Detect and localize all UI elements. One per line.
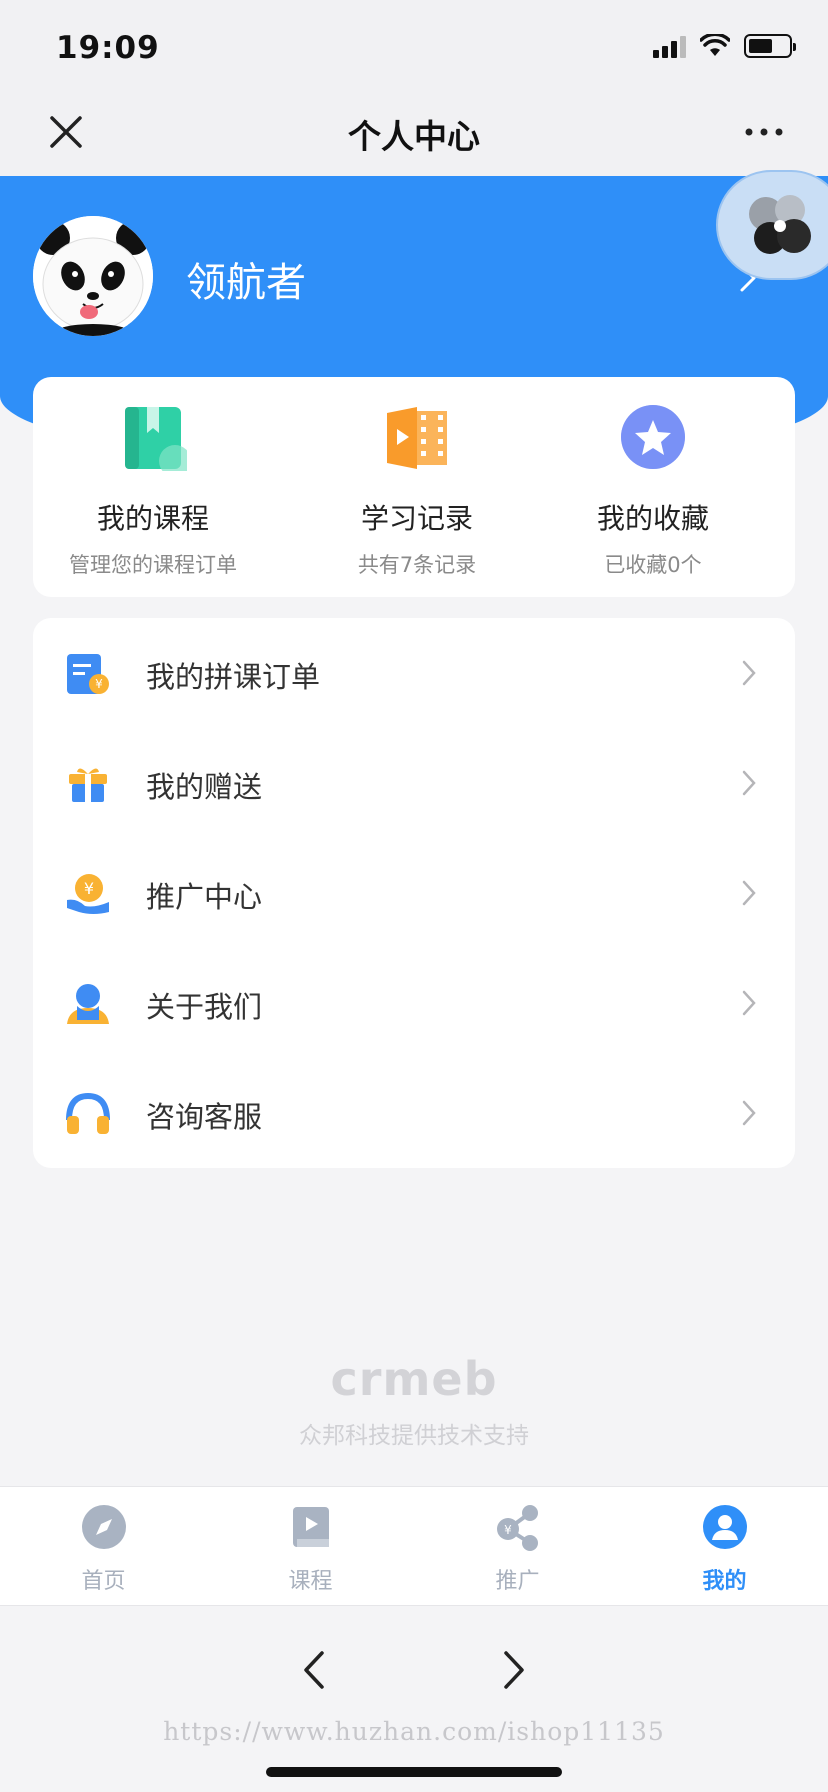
video-record-icon [387,407,447,469]
group-order-icon: ¥ [67,654,109,694]
tab-label: 我的 [702,1569,747,1594]
menu-item-my-gifts[interactable]: 我的赠送 [33,728,795,838]
svg-text:¥: ¥ [84,879,94,898]
quick-action-title: 我的收藏 [596,502,709,535]
quick-action-subtitle: 共有7条记录 [357,553,477,577]
quick-action-favorites[interactable]: 我的收藏 已收藏0个 [533,403,773,579]
quick-action-my-courses[interactable]: 我的课程 管理您的课程订单 [33,403,273,579]
quick-action-subtitle: 已收藏0个 [604,553,702,577]
tech-support-text: 众邦科技提供技术支持 [299,1423,529,1449]
avatar[interactable] [33,216,153,336]
status-icons [653,34,796,58]
svg-text:¥: ¥ [504,1523,512,1537]
chevron-right-icon [742,1100,756,1126]
share-icon: ¥ [496,1505,538,1551]
quick-action-study-records[interactable]: 学习记录 共有7条记录 [297,403,537,579]
status-time: 19:09 [56,30,160,66]
tab-courses[interactable]: 课程 [207,1503,414,1595]
menu-item-customer-service[interactable]: 咨询客服 [33,1058,795,1168]
quick-action-title: 我的课程 [96,502,209,535]
brand-logo: crmeb [330,1352,498,1406]
menu-item-group-orders[interactable]: ¥ 我的拼课订单 [33,618,795,728]
more-options-icon[interactable] [742,118,786,146]
star-collect-icon [621,405,685,469]
tab-promotion[interactable]: ¥ 推广 [414,1503,621,1595]
back-arrow-icon[interactable] [296,1645,330,1695]
tab-label: 首页 [81,1569,126,1594]
gift-icon [69,768,107,802]
menu-item-promotion-center[interactable]: ¥ 推广中心 [33,838,795,948]
quick-actions-card: 我的课程 管理您的课程订单 学习记录 共有7条记录 我的收藏 已收藏0个 [33,377,795,597]
forward-arrow-icon[interactable] [498,1645,532,1695]
nav-bar: 个人中心 [0,92,828,176]
svg-text:¥: ¥ [95,677,103,691]
menu-item-label: 咨询客服 [146,1100,263,1134]
promotion-coin-icon: ¥ [67,874,109,914]
cellular-signal-icon [653,34,686,58]
tab-home[interactable]: 首页 [0,1503,207,1595]
home-indicator[interactable] [266,1767,562,1777]
compass-icon [81,1505,126,1549]
page-title: 个人中心 [348,117,480,156]
panda-avatar-icon [33,216,153,336]
tab-mine[interactable]: 我的 [621,1503,828,1595]
menu-item-label: 关于我们 [146,990,263,1024]
bottom-tab-bar: 首页 课程 ¥ 推广 我的 [0,1486,828,1606]
watermark-url: https://www.huzhan.com/ishop11135 [163,1717,665,1746]
user-name[interactable]: 领航者 [186,250,306,308]
battery-icon [744,34,796,58]
quick-action-title: 学习记录 [360,502,473,535]
chevron-right-icon [742,990,756,1016]
chevron-right-icon [742,770,756,796]
menu-item-label: 我的赠送 [146,770,263,804]
menu-card: ¥ 我的拼课订单 我的赠送 ¥ 推广中心 关于我们 咨询客服 [33,618,795,1168]
menu-item-label: 我的拼课订单 [146,660,321,694]
tab-label: 推广 [495,1569,540,1594]
chevron-right-icon [742,660,756,686]
user-icon [702,1505,747,1549]
tab-label: 课程 [288,1569,333,1594]
quick-action-subtitle: 管理您的课程订单 [69,553,237,577]
headset-icon [66,1092,110,1134]
wifi-icon [700,34,730,56]
browser-toolbar: https://www.huzhan.com/ishop11135 [0,1607,828,1792]
course-book-icon [125,407,191,477]
pinwheel-icon [749,195,811,254]
menu-item-label: 推广中心 [146,880,263,914]
status-bar: 19:09 [0,0,828,92]
menu-item-about-us[interactable]: 关于我们 [33,948,795,1058]
chevron-right-icon [742,880,756,906]
floating-assistant-button[interactable] [716,170,828,280]
course-tab-icon [292,1507,329,1547]
about-us-icon [67,984,109,1024]
